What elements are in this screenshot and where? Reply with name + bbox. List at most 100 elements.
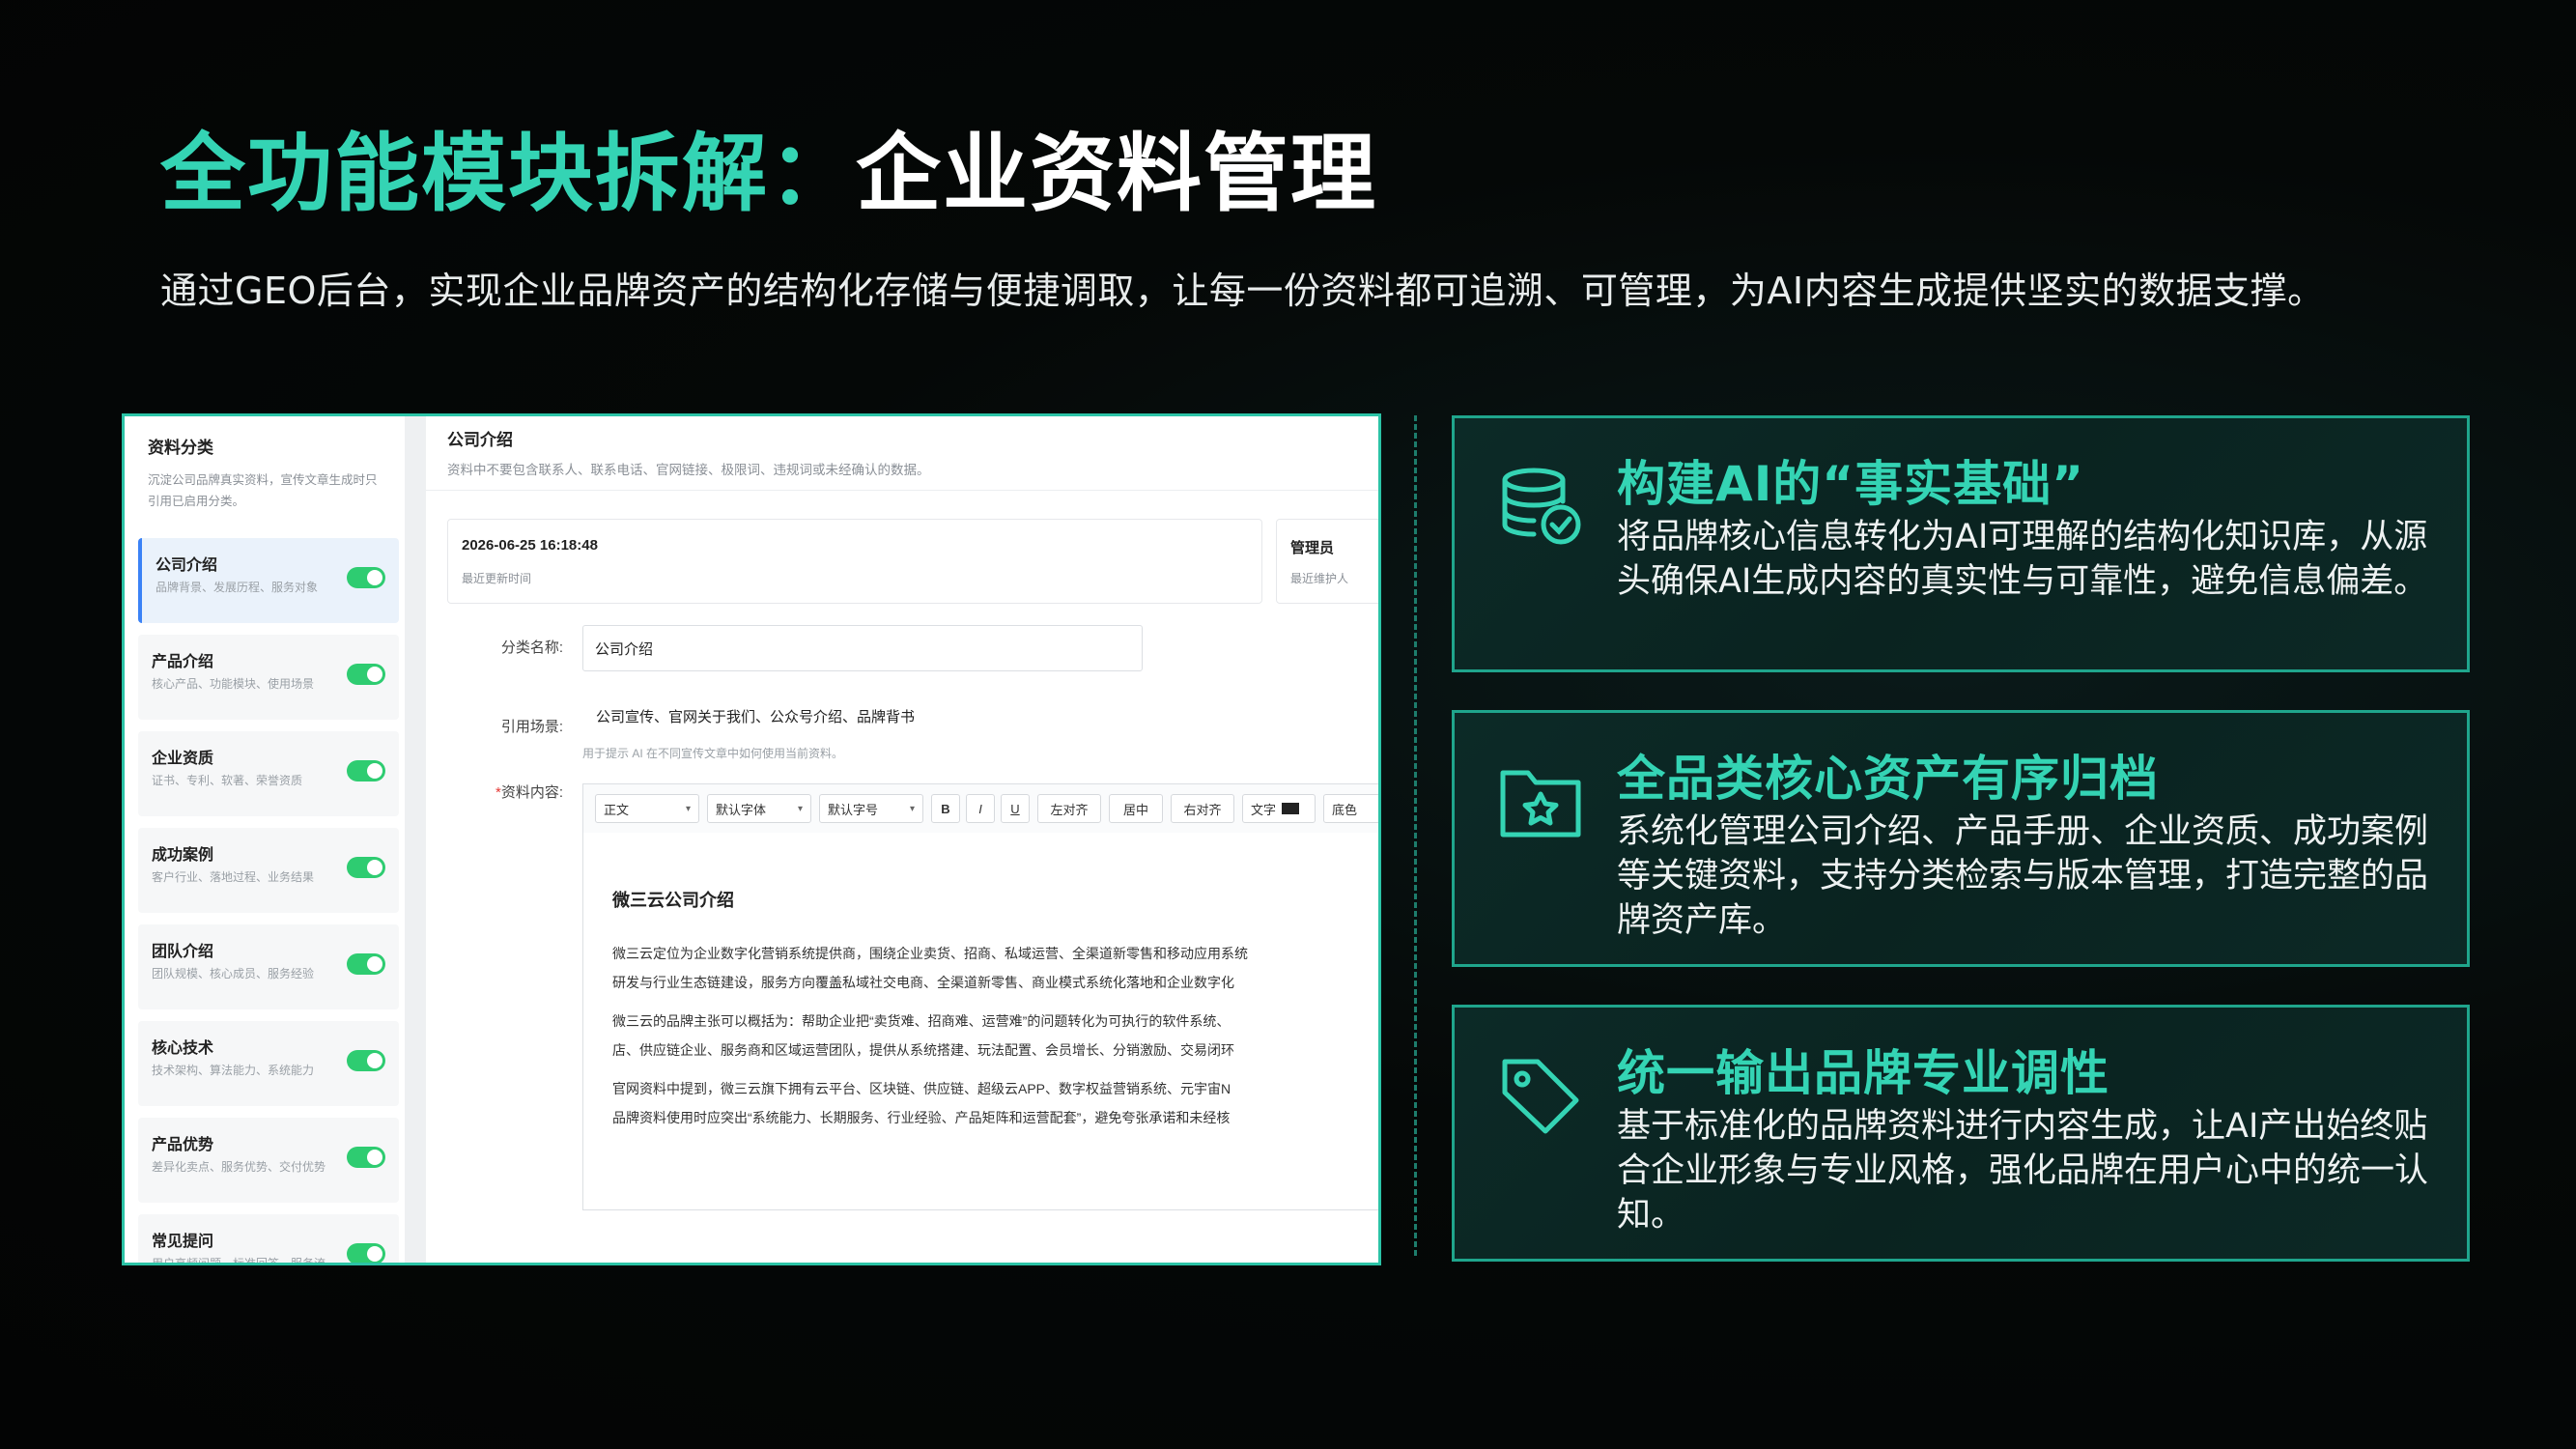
title-highlight: 全功能模块拆解：	[160, 124, 857, 223]
category-desc: 差异化卖点、服务优势、交付优势	[152, 1160, 326, 1174]
category-name: 成功案例	[152, 847, 214, 864]
font-select-value: 默认字体	[716, 802, 767, 817]
page-subtitle: 通过GEO后台，实现企业品牌资产的结构化存储与便捷调取，让每一份资料都可追溯、可…	[160, 270, 2325, 312]
enable-toggle[interactable]	[347, 953, 385, 975]
editor-content[interactable]: 微三云公司介绍 微三云定位为企业数字化营销系统提供商，围绕企业卖货、招商、私域运…	[583, 833, 1378, 1209]
page-title: 全功能模块拆解：企业资料管理	[160, 127, 1377, 221]
updated-time: 2026-06-25 16:18:48	[462, 537, 598, 554]
category-name: 常见提问	[152, 1234, 214, 1250]
category-item-qualification[interactable]: 企业资质 证书、专利、软著、荣誉资质	[138, 731, 399, 816]
category-name: 产品优势	[152, 1137, 214, 1153]
size-select-value: 默认字号	[828, 802, 879, 817]
enable-toggle[interactable]	[347, 1050, 385, 1071]
category-item-cases[interactable]: 成功案例 客户行业、落地过程、业务结果	[138, 828, 399, 913]
app-screenshot: 资料分类 沉淀公司品牌真实资料，宣传文章生成时只 引用已启用分类。 公司介绍 品…	[122, 413, 1381, 1265]
category-list: 公司介绍 品牌背景、发展历程、服务对象 产品介绍 核心产品、功能模块、使用场景 …	[138, 538, 399, 1265]
card-body: 将品牌核心信息转化为AI可理解的结构化知识库，从源头确保AI生成内容的真实性与可…	[1617, 518, 2428, 601]
text-color-label: 文字	[1251, 802, 1277, 817]
chevron-down-icon: ▾	[685, 803, 691, 814]
paragraph-select[interactable]: 正文 ▾	[595, 794, 699, 823]
doc-paragraph-line: 研发与行业生态链建设，服务方向覆盖私域社交电商、全渠道新零售、商业模式系统化落地…	[612, 975, 1234, 990]
feature-card-fact-base: 构建AI的“事实基础” 将品牌核心信息转化为AI可理解的结构化知识库，从源头确保…	[1452, 415, 2470, 672]
doc-paragraph-line: 店、供应链企业、服务商和区域运营团队，提供从系统搭建、玩法配置、会员增长、分销激…	[612, 1042, 1234, 1058]
category-item-company[interactable]: 公司介绍 品牌背景、发展历程、服务对象	[138, 538, 399, 623]
doc-paragraph-line: 官网资料中提到，微三云旗下拥有云平台、区块链、供应链、超级云APP、数字权益营销…	[612, 1081, 1231, 1096]
category-item-faq[interactable]: 常见提问 用户高频问题、标准回答、服务流程	[138, 1214, 399, 1265]
bold-button[interactable]: B	[931, 794, 960, 823]
category-name-input[interactable]: 公司介绍	[582, 625, 1143, 671]
category-desc: 用户高频问题、标准回答、服务流程	[152, 1257, 326, 1265]
card-body: 基于标准化的品牌资料进行内容生成，让AI产出始终贴合企业形象与专业风格，强化品牌…	[1617, 1107, 2429, 1235]
sidebar-desc-line1: 沉淀公司品牌真实资料，宣传文章生成时只	[148, 473, 378, 487]
chevron-down-icon: ▾	[909, 803, 915, 814]
scene-hint: 用于提示 AI 在不同宣传文章中如何使用当前资料。	[582, 747, 844, 760]
card-title: 全品类核心资产有序归档	[1617, 751, 2159, 807]
align-left-button[interactable]: 左对齐	[1037, 794, 1101, 823]
paragraph-select-value: 正文	[604, 802, 630, 817]
category-desc: 团队规模、核心成员、服务经验	[152, 967, 315, 980]
dashed-divider	[1414, 415, 1417, 1256]
align-center-button[interactable]: 居中	[1109, 794, 1163, 823]
category-name: 公司介绍	[156, 557, 218, 574]
scene-input[interactable]: 公司宣传、官网关于我们、公众号介绍、品牌背书	[582, 689, 1378, 743]
category-desc: 技术架构、算法能力、系统能力	[152, 1064, 315, 1077]
category-desc: 证书、专利、软著、荣誉资质	[152, 774, 303, 787]
enable-toggle[interactable]	[347, 1147, 385, 1168]
card-title: 构建AI的“事实基础”	[1617, 456, 2085, 512]
sidebar-scrollbar[interactable]	[405, 416, 426, 1263]
enable-toggle[interactable]	[347, 857, 385, 878]
feature-card-brand-tone: 统一输出品牌专业调性 基于标准化的品牌资料进行内容生成，让AI产出始终贴合企业形…	[1452, 1005, 2470, 1262]
color-swatch	[1282, 803, 1300, 814]
enable-toggle[interactable]	[347, 567, 385, 588]
font-select[interactable]: 默认字体 ▾	[707, 794, 811, 823]
category-desc: 客户行业、落地过程、业务结果	[152, 870, 315, 884]
maintainer-card: 管理员 最近维护人	[1276, 519, 1378, 604]
card-title: 统一输出品牌专业调性	[1617, 1045, 2109, 1101]
card-body: 系统化管理公司介绍、产品手册、企业资质、成功案例等关键资料，支持分类检索与版本管…	[1617, 812, 2429, 940]
detail-desc: 资料中不要包含联系人、联系电话、官网链接、极限词、违规词或未经确认的数据。	[447, 463, 930, 477]
category-name: 产品介绍	[152, 654, 214, 670]
enable-toggle[interactable]	[347, 1243, 385, 1263]
name-label: 分类名称:	[500, 639, 563, 656]
sidebar-desc-line2: 引用已启用分类。	[148, 495, 245, 508]
chevron-down-icon: ▾	[797, 803, 803, 814]
align-right-button[interactable]: 右对齐	[1171, 794, 1234, 823]
folder-star-icon	[1500, 770, 1581, 838]
detail-panel: 公司介绍 资料中不要包含联系人、联系电话、官网链接、极限词、违规词或未经确认的数…	[426, 416, 1378, 1263]
content-label: *资料内容:	[447, 781, 563, 802]
sidebar-title: 资料分类	[148, 439, 213, 457]
sidebar-desc: 沉淀公司品牌真实资料，宣传文章生成时只 引用已启用分类。	[148, 469, 383, 512]
tag-icon	[1502, 1059, 1579, 1134]
category-name: 团队介绍	[152, 944, 214, 960]
category-name: 核心技术	[152, 1040, 214, 1057]
category-desc: 品牌背景、发展历程、服务对象	[156, 581, 319, 594]
category-item-tech[interactable]: 核心技术 技术架构、算法能力、系统能力	[138, 1021, 399, 1106]
doc-paragraph-line: 微三云定位为企业数字化营销系统提供商，围绕企业卖货、招商、私域运营、全渠道新零售…	[612, 946, 1248, 961]
doc-heading: 微三云公司介绍	[612, 891, 734, 910]
italic-button[interactable]: I	[966, 794, 995, 823]
doc-paragraph-line: 品牌资料使用时应突出“系统能力、长期服务、行业经验、产品矩阵和运营配套”，避免夸…	[612, 1110, 1231, 1125]
text-color-button[interactable]: 文字	[1242, 794, 1316, 823]
database-check-icon	[1502, 468, 1581, 545]
enable-toggle[interactable]	[347, 664, 385, 685]
content-label-text: 资料内容:	[500, 784, 563, 801]
feature-card-asset-archive: 全品类核心资产有序归档 系统化管理公司介绍、产品手册、企业资质、成功案例等关键资…	[1452, 710, 2470, 967]
title-rest: 企业资料管理	[856, 124, 1378, 223]
category-desc: 核心产品、功能模块、使用场景	[152, 677, 315, 691]
bg-color-button[interactable]: 底色	[1323, 794, 1378, 823]
divider	[426, 490, 1378, 491]
enable-toggle[interactable]	[347, 760, 385, 781]
updated-label: 最近更新时间	[462, 572, 532, 585]
scene-label: 引用场景:	[500, 719, 563, 735]
detail-title: 公司介绍	[447, 431, 513, 449]
maintainer-name: 管理员	[1290, 540, 1335, 556]
category-name: 企业资质	[152, 751, 214, 767]
size-select[interactable]: 默认字号 ▾	[819, 794, 923, 823]
category-item-advantage[interactable]: 产品优势 差异化卖点、服务优势、交付优势	[138, 1118, 399, 1203]
rich-text-editor[interactable]: 正文 ▾ 默认字体 ▾ 默认字号 ▾ B I U 左对齐 居中 右对齐 文字 底色 微…	[582, 783, 1378, 1210]
category-sidebar: 资料分类 沉淀公司品牌真实资料，宣传文章生成时只 引用已启用分类。 公司介绍 品…	[125, 416, 406, 1263]
category-item-team[interactable]: 团队介绍 团队规模、核心成员、服务经验	[138, 924, 399, 1009]
underline-button[interactable]: U	[1001, 794, 1030, 823]
category-item-product[interactable]: 产品介绍 核心产品、功能模块、使用场景	[138, 635, 399, 720]
editor-toolbar: 正文 ▾ 默认字体 ▾ 默认字号 ▾ B I U 左对齐 居中 右对齐 文字 底色	[583, 784, 1378, 834]
